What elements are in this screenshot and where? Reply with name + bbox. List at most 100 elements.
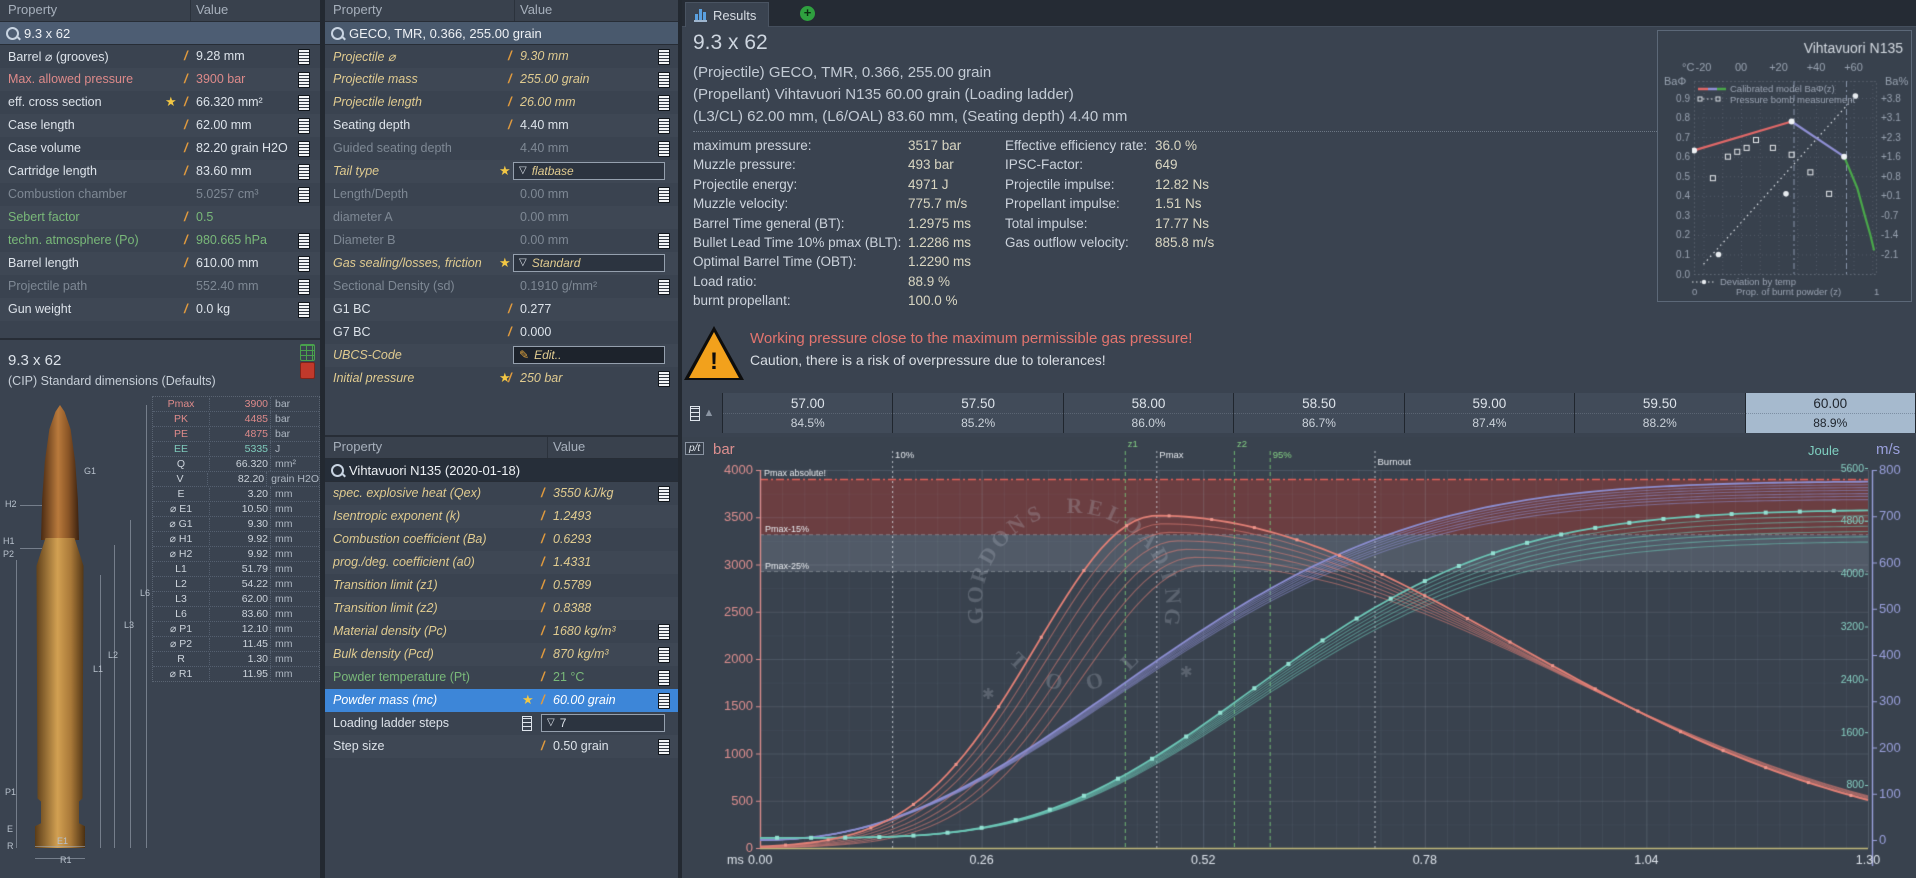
ruler-icon[interactable] (298, 95, 310, 111)
property-row[interactable]: Diameter B0.00 mm (325, 229, 678, 252)
property-value[interactable]: 3550 kJ/kg (553, 486, 613, 500)
property-value[interactable]: 83.60 mm (196, 164, 252, 178)
property-value[interactable]: 26.00 mm (520, 95, 576, 109)
property-row[interactable]: eff. cross section★/66.320 mm² (0, 91, 320, 114)
property-row[interactable]: Isentropic exponent (k)/1.2493 (325, 505, 678, 528)
property-row[interactable]: Transition limit (z1)/0.5789 (325, 574, 678, 597)
property-value[interactable]: 82.20 grain H2O (196, 141, 288, 155)
edit-button[interactable]: ✎ Edit.. (513, 346, 665, 364)
column-resize-handle[interactable] (547, 437, 548, 458)
ruler-icon[interactable] (658, 486, 670, 502)
property-row[interactable]: Length/Depth0.00 mm (325, 183, 678, 206)
property-row[interactable]: Bulk density (Pcd)/870 kg/m³ (325, 643, 678, 666)
property-row[interactable]: prog./deg. coefficient (a0)/1.4331 (325, 551, 678, 574)
ruler-icon[interactable] (658, 647, 670, 663)
property-row[interactable]: diameter A0.00 mm (325, 206, 678, 229)
property-value[interactable]: 0.277 (520, 302, 551, 316)
ruler-icon[interactable] (658, 693, 670, 709)
property-row[interactable]: Projectile length/26.00 mm (325, 91, 678, 114)
property-row[interactable]: Seating depth/4.40 mm (325, 114, 678, 137)
ladder-step-cell[interactable]: 57.50 85.2% (893, 393, 1063, 433)
ruler-icon[interactable] (658, 233, 670, 249)
ruler-icon[interactable] (298, 72, 310, 88)
property-value[interactable]: 3900 bar (196, 72, 245, 86)
property-value[interactable]: 66.320 mm² (196, 95, 263, 109)
property-row[interactable]: G7 BC/0.000 (325, 321, 678, 344)
property-row[interactable]: G1 BC/0.277 (325, 298, 678, 321)
property-value[interactable]: 0.5789 (553, 578, 591, 592)
property-row[interactable]: Case length/62.00 mm (0, 114, 320, 137)
add-tab-button[interactable]: + (800, 6, 815, 21)
export-table-icon[interactable] (300, 344, 315, 361)
ruler-icon[interactable] (298, 256, 310, 272)
pressure-time-badge[interactable]: p/t (685, 442, 704, 455)
ruler-icon[interactable] (658, 141, 670, 157)
ruler-icon[interactable] (658, 371, 670, 387)
mini-chart-canvas[interactable] (1658, 31, 1909, 299)
property-value[interactable]: 62.00 mm (196, 118, 252, 132)
tab-results[interactable]: Results (685, 2, 769, 27)
property-row[interactable]: Projectile ⌀/9.30 mm (325, 45, 678, 68)
ruler-icon[interactable] (658, 49, 670, 65)
property-value[interactable]: 4.40 mm (520, 118, 569, 132)
property-row[interactable]: Barrel length/610.00 mm (0, 252, 320, 275)
ruler-icon[interactable] (298, 141, 310, 157)
property-row[interactable]: Powder temperature (Pt)/21 °C (325, 666, 678, 689)
property-row[interactable]: Material density (Pc)/1680 kg/m³ (325, 620, 678, 643)
property-value[interactable]: 9.30 mm (520, 49, 569, 63)
property-row[interactable]: Powder mass (mc)★/60.00 grain (325, 689, 678, 712)
property-row[interactable]: Loading ladder steps ▽ 7 (325, 712, 678, 735)
cartridge-search-field[interactable]: 9.3 x 62 (0, 22, 320, 45)
projectile-search-field[interactable]: GECO, TMR, 0.366, 255.00 grain (325, 22, 678, 45)
property-value[interactable]: 1680 kg/m³ (553, 624, 616, 638)
property-row[interactable]: Tail type★ ▽ flatbase (325, 160, 678, 183)
property-value[interactable]: 60.00 grain (553, 693, 616, 707)
ruler-icon[interactable] (298, 118, 310, 134)
property-row[interactable]: Gun weight/0.0 kg (0, 298, 320, 321)
property-row[interactable]: Case volume/82.20 grain H2O (0, 137, 320, 160)
column-resize-handle[interactable] (190, 0, 191, 21)
ruler-icon[interactable] (658, 624, 670, 640)
property-value[interactable]: 255.00 grain (520, 72, 590, 86)
property-row[interactable]: Combustion chamber5.0257 cm³ (0, 183, 320, 206)
property-value[interactable]: 0.6293 (553, 532, 591, 546)
property-row[interactable]: Combustion coefficient (Ba)/0.6293 (325, 528, 678, 551)
ladder-sort-cell[interactable]: ▲ (682, 393, 723, 433)
property-value[interactable]: 610.00 mm (196, 256, 259, 270)
panel-divider[interactable] (0, 338, 320, 340)
property-row[interactable]: Guided seating depth4.40 mm (325, 137, 678, 160)
column-resize-handle[interactable] (514, 0, 515, 21)
ruler-icon[interactable] (658, 118, 670, 134)
ruler-icon[interactable] (298, 49, 310, 65)
ruler-icon[interactable] (658, 739, 670, 755)
property-row[interactable]: spec. explosive heat (Qex)/3550 kJ/kg (325, 482, 678, 505)
ruler-icon[interactable] (298, 302, 310, 318)
property-row[interactable]: Max. allowed pressure/3900 bar (0, 68, 320, 91)
property-value[interactable]: 0.50 grain (553, 739, 609, 753)
ladder-step-cell[interactable]: 59.00 87.4% (1405, 393, 1575, 433)
property-row[interactable]: Sebert factor/0.5 (0, 206, 320, 229)
ruler-icon[interactable] (658, 279, 670, 295)
property-row[interactable]: Sectional Density (sd)0.1910 g/mm² (325, 275, 678, 298)
property-value[interactable]: 980.665 hPa (196, 233, 267, 247)
property-value[interactable]: 0.000 (520, 325, 551, 339)
ruler-icon[interactable] (298, 164, 310, 180)
property-value[interactable]: 0.8388 (553, 601, 591, 615)
property-value[interactable]: 21 °C (553, 670, 584, 684)
property-row[interactable]: Projectile path552.40 mm (0, 275, 320, 298)
powder-model-chart[interactable] (1657, 30, 1912, 302)
dropdown[interactable]: ▽ flatbase (513, 162, 665, 180)
property-value[interactable]: 250 bar (520, 371, 562, 385)
property-value[interactable]: 1.4331 (553, 555, 591, 569)
ladder-step-cell[interactable]: 58.00 86.0% (1064, 393, 1234, 433)
ladder-step-cell[interactable]: 58.50 86.7% (1234, 393, 1404, 433)
property-row[interactable]: Step size/0.50 grain (325, 735, 678, 758)
property-row[interactable]: UBCS-Code ✎ Edit.. (325, 344, 678, 367)
property-row[interactable]: Cartridge length/83.60 mm (0, 160, 320, 183)
ruler-icon[interactable] (298, 279, 310, 295)
dropdown[interactable]: ▽ Standard (513, 254, 665, 272)
ladder-step-cell[interactable]: 57.00 84.5% (723, 393, 893, 433)
pdf-export-icon[interactable] (300, 362, 315, 379)
property-row[interactable]: Barrel ⌀ (grooves)/9.28 mm (0, 45, 320, 68)
ruler-icon[interactable] (658, 670, 670, 686)
